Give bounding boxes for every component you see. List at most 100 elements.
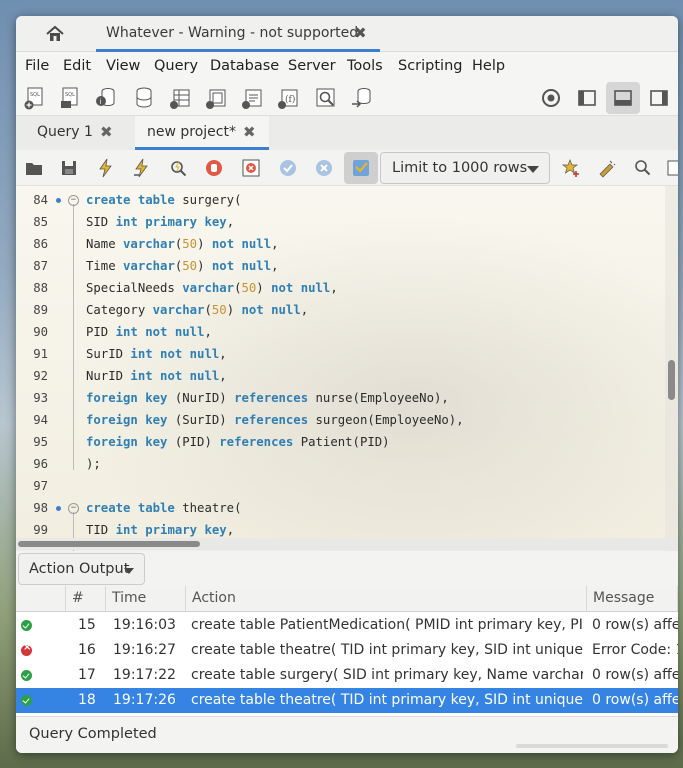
create-procedure-icon[interactable] — [240, 86, 264, 110]
home-icon[interactable] — [44, 24, 66, 44]
chevron-down-icon — [527, 166, 539, 173]
open-sql-script-icon[interactable]: SQL — [58, 86, 82, 110]
scrollbar-thumb[interactable] — [18, 541, 200, 547]
row-time: 19:16:03 — [113, 617, 176, 633]
rollback-icon[interactable] — [314, 158, 334, 178]
code-line[interactable]: 86 Name varchar(50) not null, — [16, 234, 656, 256]
editor-toolbar: Limit to 1000 rows — [16, 150, 678, 186]
create-view-icon[interactable] — [204, 86, 228, 110]
code-line[interactable]: 90 PID int not null, — [16, 322, 656, 344]
toggle-secondary-sidebar-icon[interactable] — [642, 82, 676, 114]
code-line[interactable]: 94 foreign key (SurID) references surgeon… — [16, 410, 656, 432]
toggle-output-icon[interactable] — [606, 82, 640, 114]
table-row[interactable]: 16 19:16:27 create table theatre( TID int … — [16, 638, 678, 663]
sql-keyword: references — [234, 413, 309, 427]
toggle-sidebar-icon[interactable] — [570, 82, 604, 114]
menu-query[interactable]: Query — [154, 58, 198, 74]
create-schema-icon[interactable] — [132, 86, 156, 110]
commit-icon[interactable] — [278, 158, 298, 178]
code-line[interactable]: 93 foreign key (NurID) references nurse(E… — [16, 388, 656, 410]
fold-toggle-icon[interactable]: − — [68, 503, 79, 514]
menu-edit[interactable]: Edit — [63, 58, 91, 74]
column-header-message[interactable]: Message — [587, 586, 678, 612]
column-header-action[interactable]: Action — [186, 586, 587, 612]
toggle-stop-on-error-icon[interactable] — [241, 158, 261, 178]
error-icon — [21, 642, 32, 656]
explain-icon[interactable] — [168, 158, 188, 178]
autocommit-toggle-button[interactable] — [344, 152, 378, 184]
output-type-select[interactable]: Action Output — [18, 553, 145, 585]
editor-horizontal-scrollbar[interactable] — [16, 538, 678, 550]
line-number: 84 — [33, 193, 48, 207]
menu-server[interactable]: Server — [288, 58, 336, 74]
code-line[interactable]: 88 SpecialNeeds varchar(50) not null, — [16, 278, 656, 300]
execute-current-icon[interactable] — [132, 158, 152, 178]
limit-rows-select[interactable]: Limit to 1000 rows — [380, 152, 550, 184]
beautify-icon[interactable] — [597, 158, 617, 178]
status-text: Query Completed — [29, 726, 157, 742]
execute-icon[interactable] — [96, 158, 116, 178]
column-header-number[interactable]: # — [66, 586, 106, 612]
menu-scripting[interactable]: Scripting — [398, 58, 462, 74]
table-row[interactable]: 18 19:17:26 create table theatre( TID int … — [16, 688, 678, 713]
sql-text: , — [204, 325, 212, 339]
close-connection-tab-icon[interactable]: ✖ — [354, 24, 367, 42]
sql-text: Time — [86, 259, 124, 273]
sql-text: NurID — [86, 369, 131, 383]
fold-toggle-icon[interactable]: − — [68, 195, 79, 206]
open-folder-icon[interactable] — [24, 158, 44, 178]
code-line[interactable]: 91 SurID int not null, — [16, 344, 656, 366]
tab-query-1[interactable]: Query 1 ✖ — [16, 116, 131, 150]
menu-database[interactable]: Database — [210, 58, 279, 74]
reconnect-icon[interactable] — [350, 86, 374, 110]
search-table-data-icon[interactable] — [314, 86, 338, 110]
code-text: SpecialNeeds varchar(50) not null, — [86, 281, 338, 295]
scrollbar-thumb[interactable] — [668, 360, 675, 400]
connection-tab[interactable]: Whatever - Warning - not supported ✖ — [96, 16, 380, 52]
word-wrap-icon[interactable] — [666, 158, 678, 178]
connection-tab-bar: Whatever - Warning - not supported ✖ — [16, 16, 678, 52]
sql-editor[interactable]: 84− create table surgery(85 SID int primar… — [16, 186, 678, 551]
code-line[interactable]: 84 − create table surgery( — [16, 190, 656, 212]
code-line[interactable]: 95 foreign key (PID) references Patient(P… — [16, 432, 656, 454]
inspector-icon[interactable]: i — [94, 86, 118, 110]
save-icon[interactable] — [59, 158, 79, 178]
create-table-icon[interactable] — [168, 86, 192, 110]
find-icon[interactable] — [633, 158, 653, 178]
row-number: 18 — [78, 692, 96, 708]
stop-icon[interactable] — [204, 158, 224, 178]
new-sql-tab-icon[interactable]: SQL — [23, 86, 47, 110]
code-line[interactable]: 85 SID int primary key, — [16, 212, 656, 234]
create-function-icon[interactable]: (f) — [276, 86, 300, 110]
code-line[interactable]: 92 NurID int not null, — [16, 366, 656, 388]
menu-view[interactable]: View — [106, 58, 140, 74]
code-line[interactable]: 89 Category varchar(50) not null, — [16, 300, 656, 322]
column-header-status[interactable] — [16, 586, 66, 612]
editor-vertical-scrollbar[interactable] — [665, 186, 678, 551]
menu-tools[interactable]: Tools — [347, 58, 383, 74]
sql-text: theatre( — [174, 501, 242, 515]
close-tab-icon[interactable]: ✖ — [243, 123, 256, 141]
line-number: 97 — [33, 479, 48, 493]
code-line[interactable]: 87 Time varchar(50) not null, — [16, 256, 656, 278]
line-number: 89 — [33, 303, 48, 317]
code-line[interactable]: 97 — [16, 476, 656, 498]
code-line[interactable]: 98 − create table theatre( — [16, 498, 656, 520]
table-row[interactable]: 15 19:16:03 create table PatientMedication… — [16, 613, 678, 638]
sql-keyword: int primary key — [115, 523, 227, 537]
settings-icon[interactable] — [534, 82, 568, 114]
menu-help[interactable]: Help — [472, 58, 505, 74]
line-number: 99 — [33, 523, 48, 537]
add-snippet-icon[interactable] — [561, 158, 581, 178]
sql-keyword: foreign key — [86, 391, 168, 405]
tab-new-project[interactable]: new project* ✖ — [135, 116, 269, 150]
sql-text: ); — [86, 457, 101, 471]
code-text: foreign key (PID) references Patient(PID… — [86, 435, 390, 449]
table-row[interactable]: 17 19:17:22 create table surgery( SID int … — [16, 663, 678, 688]
close-tab-icon[interactable]: ✖ — [100, 123, 113, 141]
code-line[interactable]: 96); — [16, 454, 656, 476]
statement-marker-icon — [56, 506, 61, 511]
column-header-time[interactable]: Time — [106, 586, 186, 612]
menu-file[interactable]: File — [25, 58, 49, 74]
code-text: create table surgery( — [86, 193, 241, 207]
